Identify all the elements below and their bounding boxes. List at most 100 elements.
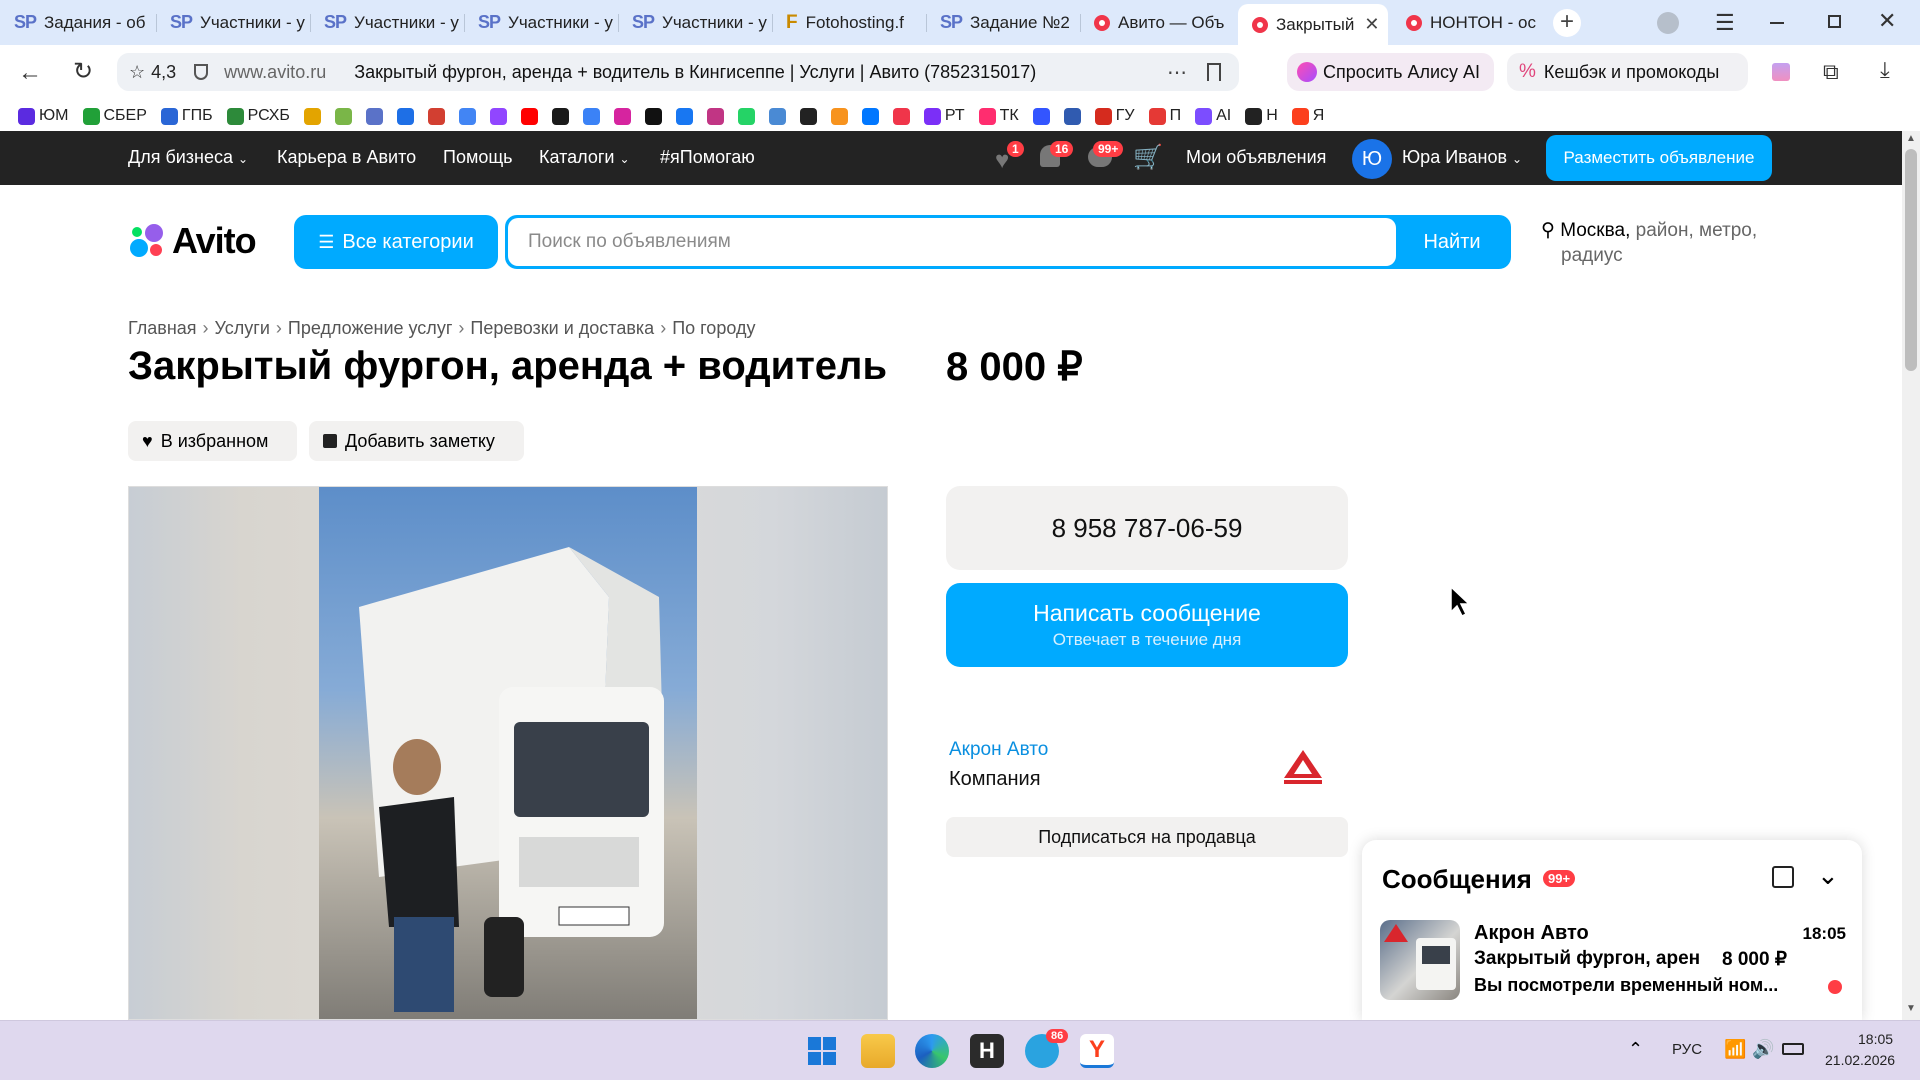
subscribe-seller-button[interactable]: Подписаться на продавца [946, 817, 1348, 857]
browser-tab[interactable]: НОНТОН - ос [1392, 6, 1546, 39]
location-selector[interactable]: ⚲ Москва, район, метро, радиус [1541, 218, 1771, 268]
write-message-button[interactable]: Написать сообщение Отвечает в течение дн… [946, 583, 1348, 667]
bookmark-item[interactable]: Н [1245, 107, 1278, 125]
cart-icon[interactable]: 🛒 [1133, 143, 1163, 172]
clock-date[interactable]: 21.02.2026 [1825, 1052, 1895, 1068]
menu-icon[interactable]: ☰ [1715, 10, 1735, 36]
bookmark-item[interactable] [427, 107, 445, 125]
tray-chevron-icon[interactable]: ⌃ [1628, 1039, 1643, 1060]
clock-time[interactable]: 18:05 [1858, 1031, 1893, 1047]
bookmark-item[interactable]: РТ [923, 107, 965, 125]
bookmark-item[interactable] [830, 107, 848, 125]
bookmark-item[interactable]: СБЕР [82, 107, 147, 125]
browser-tab[interactable]: Авито — Объ [1080, 6, 1234, 39]
user-menu[interactable]: Юра Иванов ⌄ [1402, 147, 1522, 168]
bookmark-item[interactable] [799, 107, 817, 125]
scroll-down-icon[interactable]: ▼ [1906, 1003, 1916, 1014]
windows-start-icon[interactable] [805, 1034, 839, 1068]
yandex-browser-icon[interactable]: Y [1080, 1034, 1114, 1068]
all-categories-button[interactable]: ☰ Все категории [294, 215, 498, 269]
browser-tab[interactable]: SP Участники - у [618, 6, 772, 39]
post-ad-button[interactable]: Разместить объявление [1546, 135, 1772, 181]
close-window-icon[interactable]: ✕ [1878, 8, 1896, 34]
nav-career[interactable]: Карьера в Авито [277, 147, 416, 168]
seller-name[interactable]: Акрон Авто [949, 739, 1048, 761]
find-button[interactable]: Найти [1396, 218, 1508, 266]
downloads-icon[interactable]: ⤓ [1880, 57, 1890, 83]
browser-tab[interactable]: SP Участники - у [310, 6, 464, 39]
ask-alice-button[interactable]: Спросить Алису AI [1287, 53, 1494, 91]
bookmark-item[interactable]: Я [1291, 107, 1324, 125]
nav-i-help[interactable]: #яПомогаю [660, 147, 755, 168]
bookmark-item[interactable] [489, 107, 507, 125]
extensions-icon[interactable]: ⧉ [1823, 59, 1839, 85]
breadcrumb-item[interactable]: Услуги [215, 318, 270, 339]
gallery-extension-icon[interactable] [1772, 63, 1790, 81]
scroll-up-icon[interactable]: ▲ [1906, 133, 1916, 144]
cashback-button[interactable]: % Кешбэк и промокоды [1507, 53, 1748, 91]
my-ads-link[interactable]: Мои объявления [1186, 147, 1326, 168]
scroll-thumb[interactable] [1905, 149, 1917, 371]
bookmark-item[interactable] [892, 107, 910, 125]
breadcrumb-item[interactable]: По городу [672, 318, 755, 339]
listing-photo[interactable] [128, 486, 888, 1020]
bookmark-item[interactable] [706, 107, 724, 125]
avito-logo[interactable]: Avito [128, 220, 257, 262]
back-icon[interactable]: ← [18, 59, 42, 87]
bookmark-item[interactable] [1063, 107, 1081, 125]
chat-list-item[interactable]: Акрон Авто 18:05 Закрытый фургон, арен..… [1380, 920, 1846, 1004]
bookmark-item[interactable] [861, 107, 879, 125]
bookmark-item[interactable] [334, 107, 352, 125]
favorite-button[interactable]: ♥ В избранном [128, 421, 297, 461]
page-scrollbar[interactable]: ▲ ▼ [1902, 131, 1920, 1020]
breadcrumb-item[interactable]: Главная [128, 318, 197, 339]
close-tab-icon[interactable]: ✕ [1364, 14, 1379, 35]
nav-catalogs[interactable]: Каталоги ⌄ [539, 147, 630, 168]
search-input[interactable] [508, 218, 1396, 266]
browser-tab[interactable]: SP Участники - у [464, 6, 618, 39]
bookmark-item[interactable] [396, 107, 414, 125]
bookmark-item[interactable]: ТК [978, 107, 1019, 125]
breadcrumb-item[interactable]: Предложение услуг [288, 318, 453, 339]
file-explorer-icon[interactable] [861, 1034, 895, 1068]
browser-tab-active[interactable]: Закрытый ✕ [1238, 4, 1388, 45]
bookmark-item[interactable] [582, 107, 600, 125]
volume-icon[interactable]: 🔊 [1752, 1039, 1774, 1060]
bookmark-item[interactable] [520, 107, 538, 125]
bookmark-item[interactable]: РСХБ [226, 107, 290, 125]
seller-logo[interactable] [1280, 748, 1326, 786]
show-phone-button[interactable]: 8 958 787-06-59 [946, 486, 1348, 570]
add-note-button[interactable]: Добавить заметку [309, 421, 524, 461]
bookmark-item[interactable] [303, 107, 321, 125]
browser-tab[interactable]: F Fotohosting.f [772, 6, 926, 39]
minimize-window-icon[interactable] [1770, 22, 1784, 24]
edge-browser-icon[interactable] [915, 1034, 949, 1068]
restore-window-icon[interactable] [1828, 15, 1841, 28]
bookmark-item[interactable] [458, 107, 476, 125]
bookmark-item[interactable]: AI [1195, 107, 1231, 125]
notion-app-icon[interactable]: Н [970, 1034, 1004, 1068]
bookmark-item[interactable] [644, 107, 662, 125]
bookmark-item[interactable] [1032, 107, 1050, 125]
nav-help[interactable]: Помощь [443, 147, 513, 168]
bookmark-item[interactable]: П [1148, 107, 1181, 125]
bookmark-item[interactable]: ГПБ [160, 107, 213, 125]
wifi-icon[interactable]: 📶 [1724, 1039, 1746, 1060]
bookmark-item[interactable] [551, 107, 569, 125]
battery-icon[interactable] [1782, 1043, 1804, 1055]
user-avatar[interactable]: Ю [1352, 139, 1392, 179]
bookmark-item[interactable] [365, 107, 383, 125]
bookmark-item[interactable] [737, 107, 755, 125]
browser-tab[interactable]: SP Задания - об [0, 6, 156, 39]
bookmark-item[interactable] [768, 107, 786, 125]
browser-tab[interactable]: SP Задание №2 [926, 6, 1080, 39]
collapse-chevron-icon[interactable]: ⌄ [1817, 860, 1839, 891]
breadcrumb-item[interactable]: Перевозки и доставка [470, 318, 654, 339]
bookmark-item[interactable]: ГУ [1094, 107, 1135, 125]
language-indicator[interactable]: РУС [1672, 1041, 1702, 1058]
browser-tab[interactable]: SP Участники - у [156, 6, 310, 39]
more-icon[interactable]: ⋯ [1167, 60, 1187, 85]
profile-icon[interactable] [1657, 12, 1679, 34]
address-field[interactable]: ☆ 4,3 www.avito.ru Закрытый фургон, арен… [117, 53, 1239, 91]
bookmark-item[interactable] [675, 107, 693, 125]
